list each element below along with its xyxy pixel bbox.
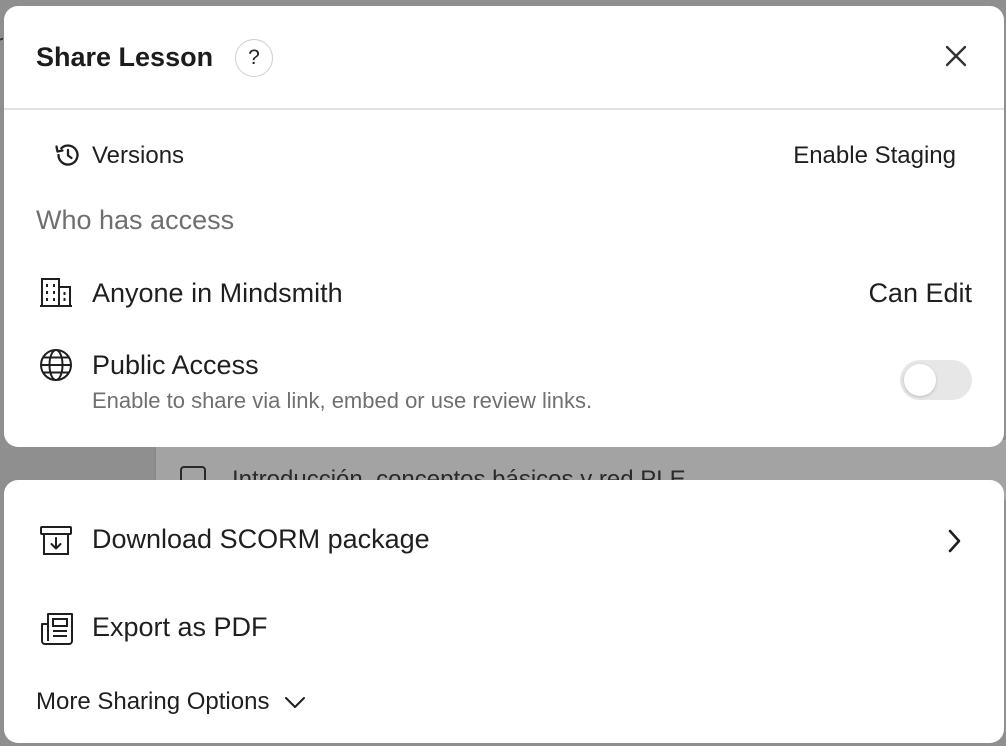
more-sharing-options-button[interactable]: More Sharing Options bbox=[36, 684, 307, 720]
globe-icon bbox=[40, 349, 72, 381]
share-lesson-dialog: Share Lesson ? Versions Enable Staging W… bbox=[4, 6, 1004, 447]
public-access-toggle[interactable] bbox=[900, 360, 972, 400]
dialog-title: Share Lesson bbox=[36, 42, 214, 72]
versions-button[interactable]: Versions bbox=[92, 142, 184, 170]
building-icon bbox=[40, 278, 72, 307]
enable-staging-button[interactable]: Enable Staging bbox=[793, 142, 956, 170]
close-icon[interactable] bbox=[942, 42, 970, 70]
chevron-down-icon bbox=[285, 697, 306, 708]
org-access-label: Anyone in Mindsmith bbox=[92, 278, 343, 308]
access-section-heading: Who has access bbox=[36, 205, 235, 235]
download-scorm-label: Download SCORM package bbox=[92, 524, 430, 554]
permission-dropdown[interactable]: Can Edit bbox=[868, 278, 972, 309]
export-options-panel: Download SCORM package Export as PDF Mor… bbox=[4, 480, 1004, 743]
background-text-fragment: r bbox=[0, 30, 3, 56]
public-access-label: Public Access bbox=[92, 350, 259, 380]
help-button[interactable]: ? bbox=[235, 39, 273, 77]
help-icon: ? bbox=[248, 46, 260, 69]
more-sharing-options-label: More Sharing Options bbox=[36, 688, 270, 715]
toggle-knob bbox=[904, 364, 936, 396]
newspaper-icon bbox=[41, 613, 73, 645]
chevron-right-icon bbox=[948, 529, 961, 553]
download-scorm-row[interactable]: Download SCORM package bbox=[4, 504, 1004, 578]
archive-download-icon bbox=[40, 526, 72, 555]
dialog-header: Share Lesson ? bbox=[4, 6, 1004, 110]
export-pdf-label: Export as PDF bbox=[92, 612, 268, 642]
export-pdf-row[interactable]: Export as PDF bbox=[4, 592, 1004, 666]
history-icon[interactable] bbox=[52, 140, 82, 170]
public-access-description: Enable to share via link, embed or use r… bbox=[92, 388, 593, 413]
